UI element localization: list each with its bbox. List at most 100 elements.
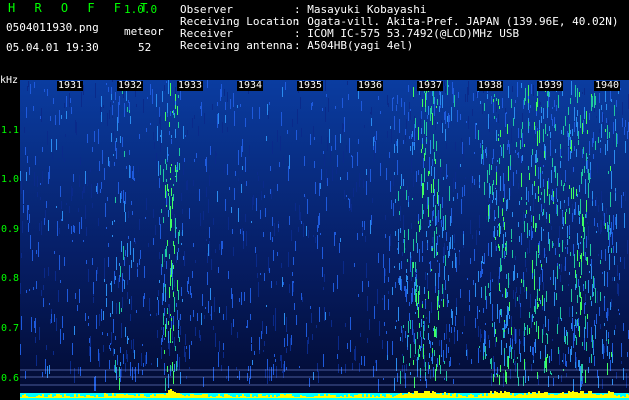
signal-pixel: [490, 186, 491, 194]
signal-pixel: [433, 237, 434, 247]
signal-pixel: [402, 252, 403, 256]
signal-pixel: [158, 300, 159, 315]
signal-pixel: [577, 233, 578, 245]
signal-pixel: [598, 226, 599, 232]
signal-pixel: [444, 243, 445, 258]
strip-bar: [30, 397, 32, 398]
signal-pixel: [609, 215, 610, 224]
signal-pixel: [437, 213, 438, 223]
signal-pixel: [411, 223, 412, 229]
signal-pixel: [603, 206, 604, 216]
signal-pixel: [464, 316, 465, 326]
strip-bar: [276, 397, 278, 398]
signal-pixel: [530, 206, 531, 211]
signal-pixel: [438, 195, 439, 206]
strip-bar: [188, 396, 190, 398]
signal-pixel: [536, 296, 537, 309]
signal-pixel: [397, 248, 398, 250]
signal-pixel: [150, 84, 151, 95]
strip-bar: [372, 395, 374, 398]
signal-pixel: [238, 208, 239, 222]
signal-pixel: [488, 243, 489, 256]
strip-bar: [212, 397, 214, 398]
signal-pixel: [569, 185, 570, 189]
signal-pixel: [516, 142, 517, 147]
signal-pixel: [83, 85, 84, 95]
signal-pixel: [112, 105, 113, 115]
signal-pixel: [362, 227, 363, 233]
signal-pixel: [88, 323, 89, 326]
signal-pixel: [26, 107, 27, 118]
signal-pixel: [524, 337, 525, 352]
signal-pixel: [314, 137, 315, 140]
signal-pixel: [423, 183, 424, 195]
signal-pixel: [502, 209, 503, 216]
signal-pixel: [160, 137, 161, 152]
signal-pixel: [390, 234, 391, 246]
signal-pixel: [485, 323, 486, 325]
signal-pixel: [403, 215, 404, 230]
signal-pixel: [265, 369, 266, 378]
signal-pixel: [441, 299, 442, 301]
signal-pixel: [156, 313, 157, 316]
signal-pixel: [23, 205, 24, 213]
signal-pixel: [174, 364, 175, 372]
signal-pixel: [157, 126, 158, 141]
signal-pixel: [283, 156, 284, 165]
signal-pixel: [376, 131, 377, 140]
signal-pixel: [439, 106, 440, 112]
signal-pixel: [533, 85, 534, 96]
signal-pixel: [528, 99, 529, 103]
signal-pixel: [500, 176, 501, 191]
signal-pixel: [454, 332, 455, 344]
signal-pixel: [479, 231, 480, 235]
signal-pixel: [598, 205, 599, 212]
signal-pixel: [241, 292, 242, 305]
signal-pixel: [584, 88, 585, 95]
signal-pixel: [599, 109, 600, 123]
signal-pixel: [556, 293, 557, 300]
signal-pixel: [530, 168, 531, 172]
strip-bar: [374, 397, 376, 398]
signal-pixel: [548, 319, 549, 331]
signal-pixel: [443, 288, 444, 299]
strip-bar: [486, 396, 488, 398]
signal-pixel: [347, 81, 348, 85]
signal-pixel: [56, 318, 57, 331]
signal-pixel: [136, 104, 137, 107]
signal-pixel: [536, 223, 537, 228]
signal-pixel: [329, 129, 330, 143]
signal-pixel: [99, 161, 100, 171]
signal-pixel: [413, 329, 414, 342]
signal-pixel: [495, 338, 496, 347]
strip-bar: [404, 394, 406, 398]
strip-bar: [616, 396, 618, 398]
strip-bar: [152, 394, 154, 398]
signal-pixel: [268, 257, 269, 271]
strip-bar: [378, 397, 380, 398]
signal-pixel: [504, 251, 505, 259]
signal-pixel: [49, 365, 50, 374]
signal-pixel: [37, 176, 38, 187]
signal-pixel: [436, 216, 437, 225]
strip-bar: [48, 395, 50, 398]
signal-pixel: [189, 208, 190, 219]
signal-pixel: [578, 131, 579, 139]
signal-pixel: [591, 354, 592, 363]
signal-pixel: [627, 131, 628, 139]
strip-bar: [88, 395, 90, 398]
signal-pixel: [580, 302, 581, 315]
signal-pixel: [105, 370, 106, 382]
signal-pixel: [71, 226, 72, 234]
strip-bar: [322, 396, 324, 398]
signal-pixel: [480, 329, 481, 342]
signal-pixel: [425, 375, 426, 381]
strip-bar: [132, 395, 134, 398]
signal-pixel: [408, 229, 409, 240]
signal-pixel: [454, 234, 455, 243]
signal-pixel: [543, 229, 544, 231]
strip-bar: [250, 394, 252, 398]
signal-pixel: [400, 228, 401, 233]
signal-pixel: [442, 95, 443, 108]
signal-pixel: [70, 361, 71, 374]
